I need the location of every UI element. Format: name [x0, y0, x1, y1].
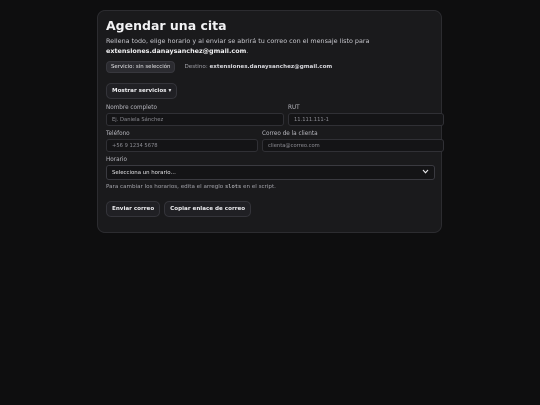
- schedule-field-group: Horario Selecciona un horario…: [106, 157, 435, 180]
- email-label: Correo de la clienta: [262, 131, 318, 137]
- page-title: Agendar una cita: [106, 18, 227, 33]
- phone-input[interactable]: +56 9 1234 5678: [106, 139, 258, 152]
- hint-code: slots: [225, 184, 242, 190]
- chevron-down-icon: [422, 169, 429, 176]
- destination-email: extensiones.danaysanchez@gmail.com: [209, 64, 333, 70]
- schedule-hint: Para cambiar los horarios, edita el arre…: [106, 184, 433, 190]
- show-services-button[interactable]: Mostrar servicios ▾: [106, 83, 178, 99]
- description-end: .: [246, 46, 249, 55]
- hint-after: en el script.: [243, 184, 276, 190]
- schedule-selected-value: Selecciona un horario…: [112, 169, 176, 176]
- rut-input[interactable]: 11.111.111-1: [288, 113, 444, 126]
- service-status-badge: Servicio: sin selección: [106, 61, 176, 73]
- name-rut-row: Nombre completo Ej. Daniela Sánchez RUT …: [106, 105, 444, 126]
- appointment-card: Agendar una cita Rellena todo, elige hor…: [97, 10, 444, 233]
- rut-field-group: RUT 11.111.111-1: [288, 105, 444, 126]
- schedule-select[interactable]: Selecciona un horario…: [106, 165, 435, 180]
- name-input[interactable]: Ej. Daniela Sánchez: [106, 113, 284, 126]
- schedule-label: Horario: [106, 157, 127, 163]
- name-label: Nombre completo: [106, 105, 157, 111]
- description-email: extensiones.danaysanchez@gmail.com: [106, 46, 247, 55]
- destination-label: Destino:: [184, 64, 208, 70]
- contact-row: Teléfono +56 9 1234 5678 Correo de la cl…: [106, 131, 444, 152]
- rut-label: RUT: [288, 105, 300, 111]
- email-input[interactable]: clienta@correo.com: [262, 139, 444, 152]
- hint-before: Para cambiar los horarios, edita el arre…: [106, 184, 224, 190]
- send-email-button[interactable]: Enviar correo: [106, 201, 161, 217]
- form-description: Rellena todo, elige horario y al enviar …: [106, 37, 433, 56]
- phone-field-group: Teléfono +56 9 1234 5678: [106, 131, 258, 152]
- description-text: Rellena todo, elige horario y al enviar …: [106, 37, 370, 45]
- name-field-group: Nombre completo Ej. Daniela Sánchez: [106, 105, 284, 126]
- phone-label: Teléfono: [106, 131, 130, 137]
- service-row: Servicio: sin selección Destino: extensi…: [106, 61, 433, 73]
- form-actions: Enviar correo Copiar enlace de correo: [106, 201, 433, 217]
- copy-email-link-button[interactable]: Copiar enlace de correo: [164, 201, 252, 217]
- email-field-group: Correo de la clienta clienta@correo.com: [262, 131, 444, 152]
- destination-text: Destino: extensiones.danaysanchez@gmail.…: [184, 64, 332, 70]
